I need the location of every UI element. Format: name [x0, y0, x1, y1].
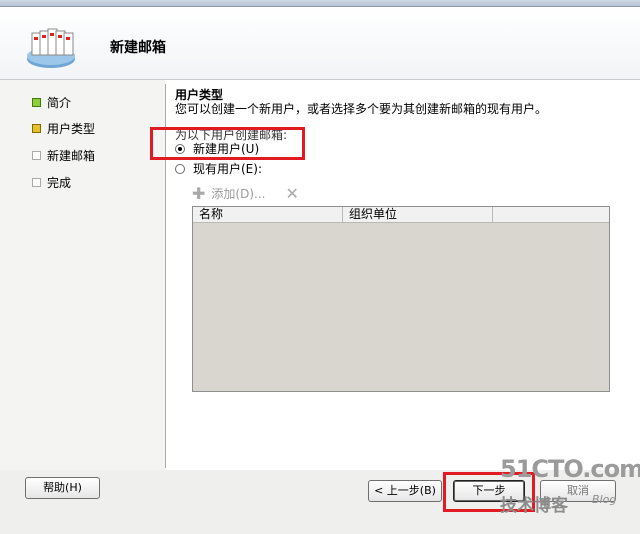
column-header-blank [493, 207, 609, 222]
nav-step-label: 新建邮箱 [47, 149, 96, 163]
nav-step-new-mailbox: 新建邮箱 [32, 147, 95, 164]
wizard-header: 新建邮箱 [0, 7, 640, 80]
mailboxes-icon [27, 28, 75, 68]
help-button[interactable]: 帮助(H) [25, 477, 100, 499]
window-titlebar [0, 0, 640, 7]
back-button[interactable]: < 上一步(B) [368, 480, 442, 502]
column-header-ou[interactable]: 组织单位 [343, 207, 493, 222]
page-title: 新建邮箱 [110, 40, 166, 56]
existing-user-radio[interactable] [175, 163, 185, 174]
column-header-name[interactable]: 名称 [193, 207, 343, 222]
step-current-icon [32, 124, 41, 133]
nav-step-label: 完成 [47, 176, 72, 190]
grid-header: 名称 组织单位 [193, 207, 609, 223]
add-button[interactable]: 添加(D)... [211, 185, 265, 202]
cancel-button[interactable]: 取消 [540, 480, 616, 502]
nav-step-intro: 简介 [32, 94, 71, 111]
existing-user-label[interactable]: 现有用户(E): [193, 160, 262, 177]
section-description: 您可以创建一个新用户，或者选择多个要为其创建新邮箱的现有用户。 [175, 102, 548, 116]
existing-user-radio-option[interactable]: 现有用户(E): [175, 160, 262, 177]
existing-users-grid[interactable]: 名称 组织单位 [192, 206, 610, 392]
nav-step-label: 简介 [47, 96, 72, 110]
highlight-box-next [443, 472, 535, 512]
existing-users-toolbar: ✚ 添加(D)... ✕ [192, 184, 299, 203]
delete-x-icon[interactable]: ✕ [285, 184, 298, 203]
plus-icon: ✚ [192, 183, 206, 203]
step-complete-icon [32, 98, 41, 107]
nav-step-label: 用户类型 [47, 122, 96, 136]
step-pending-icon [32, 178, 41, 187]
nav-step-complete: 完成 [32, 174, 71, 191]
highlight-box [150, 127, 305, 160]
wizard-steps-panel: 简介 用户类型 新建邮箱 完成 [0, 80, 165, 470]
step-pending-icon [32, 151, 41, 160]
nav-step-user-type: 用户类型 [32, 120, 95, 137]
